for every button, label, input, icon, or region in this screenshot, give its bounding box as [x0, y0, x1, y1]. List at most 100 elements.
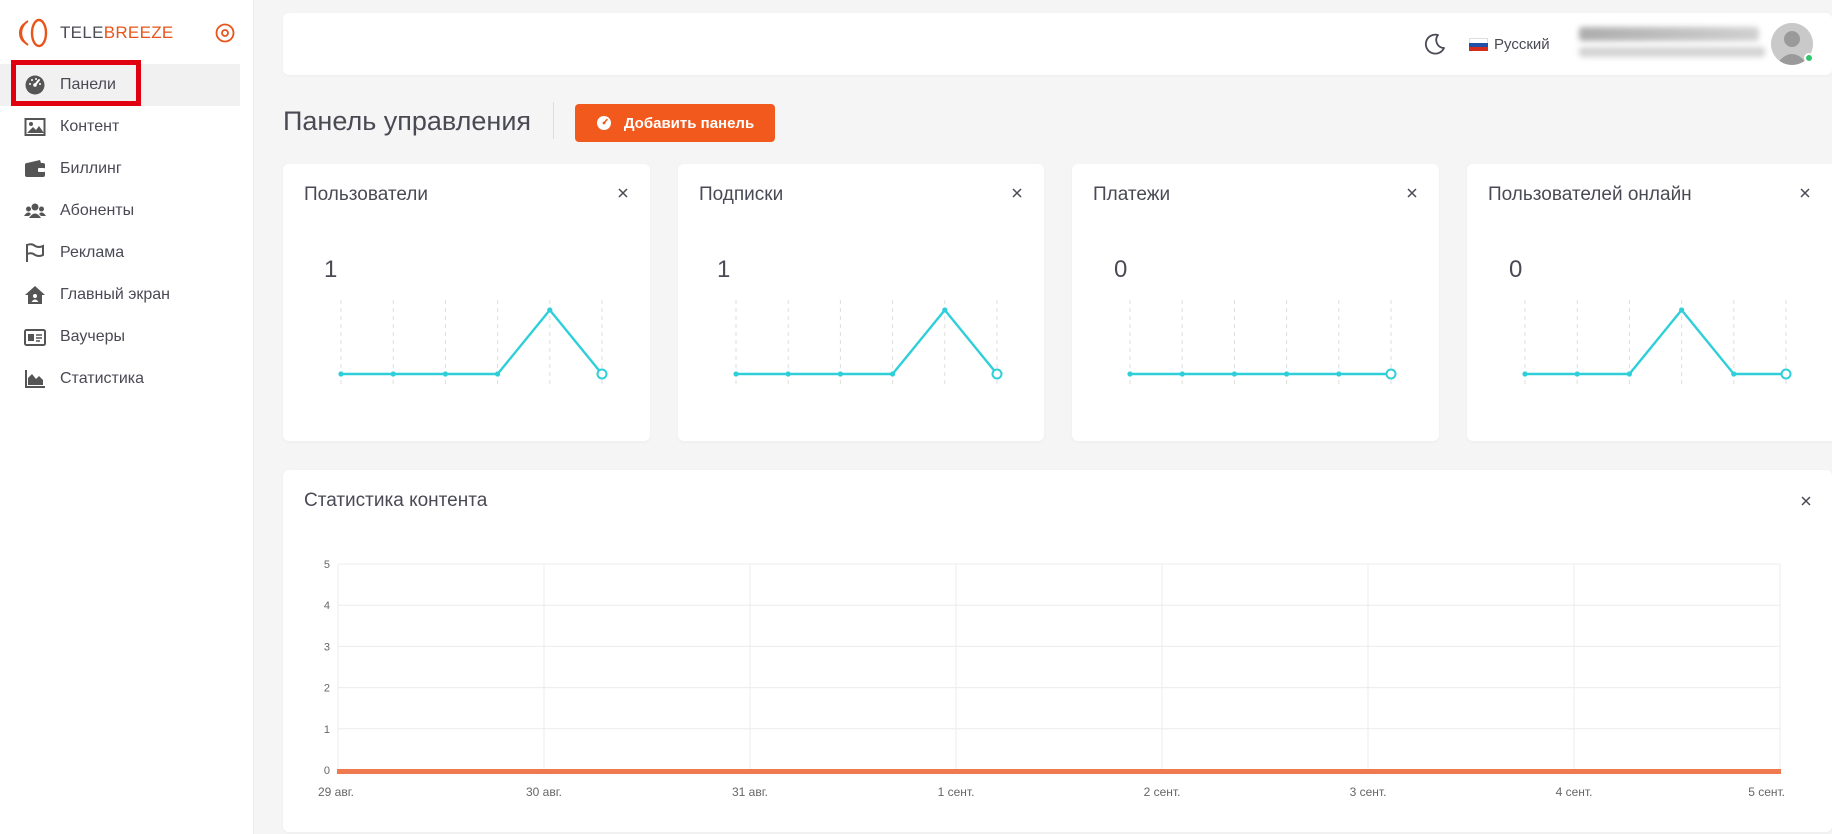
user-name-redacted — [1579, 27, 1759, 41]
data-point — [1284, 371, 1290, 377]
x-tick-label: 4 сент. — [1556, 785, 1593, 799]
add-panel-label: Добавить панель — [623, 114, 755, 132]
data-point — [1574, 371, 1580, 377]
content-statistics-chart: 0 1 2 3 4 5 29 авг. 30 авг. 31 авг. 1 сент. 2 сент… — [318, 559, 1785, 799]
data-point — [1522, 371, 1528, 377]
y-tick-label: 3 — [324, 641, 330, 653]
data-point — [1127, 371, 1133, 377]
x-tick-label: 3 сент. — [1350, 785, 1387, 799]
data-point — [596, 368, 608, 380]
sidebar-item-home-screen[interactable]: Главный экран — [0, 274, 254, 316]
x-tick-label: 31 авг. — [732, 785, 768, 799]
wallet-icon — [24, 158, 46, 180]
sidebar: TELEBREEZE Панели Контент Биллинг Абонен… — [0, 0, 254, 834]
sidebar-item-label: Ваучеры — [60, 328, 126, 345]
brand-logo[interactable]: TELEBREEZE — [18, 16, 174, 50]
x-tick-label: 29 авг. — [318, 785, 354, 799]
x-tick-label: 1 сент. — [938, 785, 975, 799]
series-line — [341, 308, 603, 376]
sparkline-chart — [1127, 300, 1397, 384]
x-tick-label: 2 сент. — [1144, 785, 1181, 799]
card-title: Пользователи — [304, 184, 429, 205]
series-area — [337, 769, 1781, 774]
series-line — [736, 308, 998, 376]
stat-card-users-online: Пользователей онлайн 0 — [1467, 164, 1832, 441]
online-status-dot — [1804, 53, 1814, 63]
sidebar-item-panels[interactable]: Панели — [0, 64, 240, 106]
data-point — [1336, 371, 1342, 377]
data-point — [1179, 371, 1185, 377]
card-value: 0 — [1509, 256, 1523, 283]
sidebar-item-ads[interactable]: Реклама — [0, 232, 254, 274]
data-point — [1679, 307, 1685, 313]
sidebar-item-label: Главный экран — [60, 286, 171, 303]
image-icon — [24, 116, 46, 138]
home-icon — [24, 284, 46, 306]
area-chart-icon — [24, 368, 46, 390]
sparkline-chart — [733, 300, 1003, 384]
sidebar-item-label: Абоненты — [60, 202, 135, 219]
russia-flag-icon — [1469, 37, 1488, 51]
add-panel-button[interactable]: Добавить панель — [575, 104, 775, 142]
page-title: Панель управления — [283, 106, 532, 136]
close-icon[interactable] — [1010, 186, 1024, 200]
sidebar-nav: Панели Контент Биллинг Абоненты Реклама — [0, 64, 254, 400]
y-tick-label: 2 — [324, 683, 330, 695]
data-point — [1626, 371, 1632, 377]
data-point — [547, 307, 553, 313]
sidebar-toggle-icon[interactable] — [214, 22, 236, 44]
brand-name: TELEBREEZE — [60, 23, 174, 42]
y-tick-label: 1 — [324, 724, 330, 736]
stat-card-subscriptions: Подписки 1 — [678, 164, 1044, 441]
data-point — [495, 371, 501, 377]
data-point — [837, 371, 843, 377]
data-point — [338, 371, 344, 377]
data-point — [442, 371, 448, 377]
data-point — [1731, 371, 1737, 377]
content-statistics-card: Статистика контента 0 1 2 3 4 5 29 авг. 30 авг.… — [283, 470, 1832, 832]
sidebar-item-content[interactable]: Контент — [0, 106, 254, 148]
telebreeze-logo-icon — [18, 18, 48, 48]
stat-card-payments: Платежи 0 — [1072, 164, 1439, 441]
data-point — [942, 307, 948, 313]
sidebar-item-subscribers[interactable]: Абоненты — [0, 190, 254, 232]
language-selector[interactable]: Русский — [1469, 32, 1550, 56]
sparkline-chart — [1522, 300, 1792, 384]
data-point — [1231, 371, 1237, 377]
y-tick-label: 5 — [324, 559, 330, 571]
card-title: Пользователей онлайн — [1488, 184, 1692, 205]
y-tick-label: 4 — [324, 600, 330, 612]
data-point — [733, 371, 739, 377]
data-point — [890, 371, 896, 377]
users-icon — [24, 200, 46, 222]
language-label: Русский — [1494, 35, 1550, 53]
sidebar-item-vouchers[interactable]: Ваучеры — [0, 316, 254, 358]
sidebar-item-label: Контент — [60, 118, 120, 135]
close-icon[interactable] — [1798, 186, 1812, 200]
sidebar-item-label: Панели — [60, 76, 116, 93]
sparkline-chart — [338, 300, 608, 384]
sidebar-item-label: Статистика — [60, 370, 145, 387]
data-point — [785, 371, 791, 377]
dashboard-gauge-icon — [24, 74, 46, 96]
card-value: 0 — [1114, 256, 1128, 283]
moon-icon[interactable] — [1422, 31, 1448, 57]
data-point — [390, 371, 396, 377]
flag-icon — [24, 242, 46, 264]
card-title: Подписки — [699, 184, 784, 205]
top-bar: Русский — [283, 13, 1832, 75]
card-value: 1 — [324, 256, 338, 283]
sidebar-item-statistics[interactable]: Статистика — [0, 358, 254, 400]
title-divider — [553, 102, 554, 139]
data-point — [1780, 368, 1792, 380]
stat-card-users: Пользователи 1 — [283, 164, 650, 441]
series-line — [1525, 308, 1786, 376]
close-icon[interactable] — [1405, 186, 1419, 200]
card-title: Платежи — [1093, 184, 1171, 205]
close-icon[interactable] — [616, 186, 630, 200]
y-tick-label: 0 — [324, 765, 330, 777]
sidebar-item-billing[interactable]: Биллинг — [0, 148, 254, 190]
data-point — [991, 368, 1003, 380]
x-tick-label: 30 авг. — [526, 785, 562, 799]
data-point — [1385, 368, 1397, 380]
